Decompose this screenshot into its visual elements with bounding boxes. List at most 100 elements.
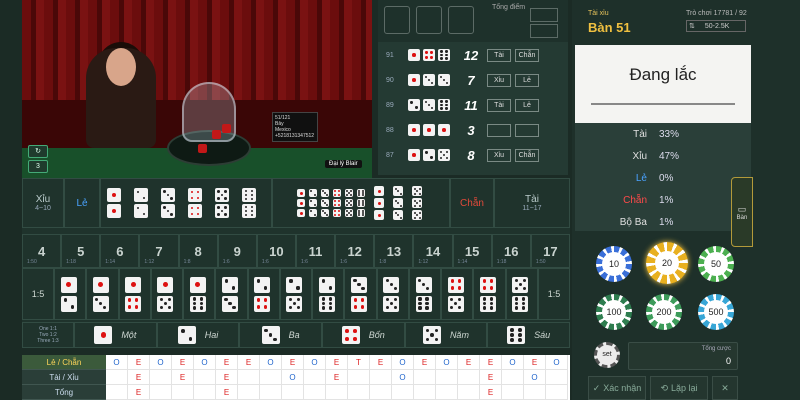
- triple-bet-1[interactable]: [374, 186, 387, 220]
- total-bet-16[interactable]: 16 1:18: [491, 234, 531, 268]
- pair-bet-1-3[interactable]: [86, 268, 119, 320]
- bet-triples[interactable]: [272, 178, 450, 228]
- pair-bet-1-6[interactable]: [183, 268, 216, 320]
- triple-bet-5[interactable]: [412, 186, 425, 220]
- single-bet-2[interactable]: Hai: [156, 322, 240, 348]
- chip-selector: 10 20 50 100 200 500: [590, 236, 740, 338]
- die-pip: [159, 297, 163, 302]
- die-pip: [418, 216, 421, 219]
- bet-le[interactable]: Lẻ: [64, 178, 100, 228]
- stat-value: 1%: [659, 195, 674, 206]
- double-bet-6[interactable]: [242, 188, 259, 218]
- rebet-label: Lặp lại: [671, 383, 698, 393]
- pair-bet-3-4[interactable]: [344, 268, 377, 320]
- total-bet-10[interactable]: 10 1:6: [256, 234, 296, 268]
- refresh-icon[interactable]: ↻: [28, 145, 48, 158]
- chip-20[interactable]: 20: [646, 242, 688, 284]
- pair-bet-3-5[interactable]: [376, 268, 409, 320]
- bet-limit[interactable]: ⇅ 50-2.5K: [686, 20, 746, 32]
- pair-bet-4-6[interactable]: [473, 268, 506, 320]
- die-face-2: [254, 276, 271, 293]
- die-pip: [450, 286, 454, 290]
- die-pip: [136, 206, 140, 210]
- die-pip: [163, 301, 167, 306]
- chip-50[interactable]: 50: [698, 246, 734, 282]
- single-bet-5[interactable]: Năm: [404, 322, 488, 348]
- die-pip: [350, 200, 352, 202]
- pair-bet-2-6[interactable]: [312, 268, 345, 320]
- limit-icon: ⇅: [689, 23, 695, 30]
- die-pip: [445, 100, 448, 103]
- die-face-6: [357, 199, 365, 207]
- total-bet-9[interactable]: 9 1:6: [217, 234, 257, 268]
- single-bet-4[interactable]: Bốn: [321, 322, 405, 348]
- pair-bet-1-2[interactable]: [54, 268, 87, 320]
- chip-500[interactable]: 500: [698, 294, 734, 330]
- roadmap-tab-tong[interactable]: Tổng: [22, 385, 106, 400]
- wifi-icon[interactable]: 3: [28, 160, 48, 173]
- bet-tai[interactable]: Tài 11~17: [494, 178, 570, 228]
- roadmap-cell: E: [458, 355, 480, 370]
- die-face-4: [333, 189, 341, 197]
- any-triple-bet[interactable]: [297, 189, 368, 217]
- double-bet-3[interactable]: [161, 188, 178, 218]
- single-bet-6[interactable]: Sáu: [487, 322, 570, 348]
- stat-row: Xỉu 47%: [575, 147, 751, 167]
- chip-settings-button[interactable]: set: [594, 342, 620, 368]
- double-bet-4[interactable]: [188, 188, 205, 218]
- chip-10[interactable]: 10: [596, 246, 632, 282]
- total-bet-15[interactable]: 15 1:14: [452, 234, 492, 268]
- rebet-button[interactable]: ⟲ Lặp lại: [650, 376, 708, 400]
- bet-xiu[interactable]: Xỉu 4~10: [22, 178, 64, 228]
- total-number: 8: [194, 243, 202, 259]
- table-menu-tab[interactable]: ▭ Bàn: [731, 177, 753, 247]
- pair-bet-2-5[interactable]: [279, 268, 313, 320]
- clear-button[interactable]: ✕: [712, 376, 738, 400]
- total-bet-12[interactable]: 12 1:6: [335, 234, 375, 268]
- chip-200[interactable]: 200: [646, 294, 682, 330]
- total-bet-8[interactable]: 8 1:8: [178, 234, 218, 268]
- bet-doubles[interactable]: [100, 178, 272, 228]
- pair-bet-4-5[interactable]: [441, 268, 474, 320]
- total-bet-7[interactable]: 7 1:12: [139, 234, 179, 268]
- die-pip: [442, 78, 446, 82]
- total-bet-14[interactable]: 14 1:12: [413, 234, 453, 268]
- total-bet-4[interactable]: 4 1:50: [22, 234, 62, 268]
- pair-bet-2-4[interactable]: [247, 268, 280, 320]
- die-pip: [310, 210, 313, 213]
- double-bet-2[interactable]: [134, 188, 151, 218]
- die-pip: [224, 190, 227, 193]
- triple-bet-3[interactable]: [393, 186, 406, 220]
- stat-value: 47%: [659, 151, 680, 162]
- bet-chan[interactable]: Chẵn: [450, 178, 494, 228]
- total-bet-5[interactable]: 5 1:18: [61, 234, 101, 268]
- pair-bet-3-6[interactable]: [408, 268, 442, 320]
- pair-bet-2-3[interactable]: [215, 268, 248, 320]
- total-bet-6[interactable]: 6 1:14: [100, 234, 140, 268]
- die-pip: [360, 305, 365, 309]
- double-bet-1[interactable]: [107, 188, 124, 218]
- single-bet-3[interactable]: Ba: [239, 322, 322, 348]
- total-bet-13[interactable]: 13 1:8: [374, 234, 414, 268]
- die-face-3: [261, 326, 280, 344]
- roadmap-tab-tai-xiu[interactable]: Tài / Xỉu: [22, 370, 106, 385]
- pair-bet-1-5[interactable]: [150, 268, 184, 320]
- single-bet-1[interactable]: Một: [74, 322, 157, 348]
- double-bet-5[interactable]: [215, 188, 232, 218]
- confirm-button[interactable]: ✓ Xác nhận: [588, 376, 646, 400]
- total-bet-11[interactable]: 11 1:6: [295, 234, 336, 268]
- roadmap-cell: [282, 385, 304, 400]
- total-bet-17[interactable]: 17 1:50: [530, 234, 570, 268]
- die-pip: [482, 301, 487, 306]
- die-face-4: [333, 209, 341, 217]
- table-header: Tài xỉu Bàn 51 Trò chơi 17781 / 92 ⇅ 50-…: [582, 0, 752, 45]
- chip-100[interactable]: 100: [596, 294, 632, 330]
- total-bet: Tổng cược 0: [628, 342, 738, 370]
- die-pip: [192, 301, 196, 306]
- pair-bet-5-6[interactable]: [505, 268, 538, 320]
- pair-bet-1-4[interactable]: [118, 268, 151, 320]
- roadmap-tab-le-chan[interactable]: Lẻ / Chẵn: [22, 355, 106, 370]
- roadmap-cell: [326, 385, 348, 400]
- die-pip: [220, 209, 224, 213]
- history-header: Tổng điểm: [378, 0, 568, 42]
